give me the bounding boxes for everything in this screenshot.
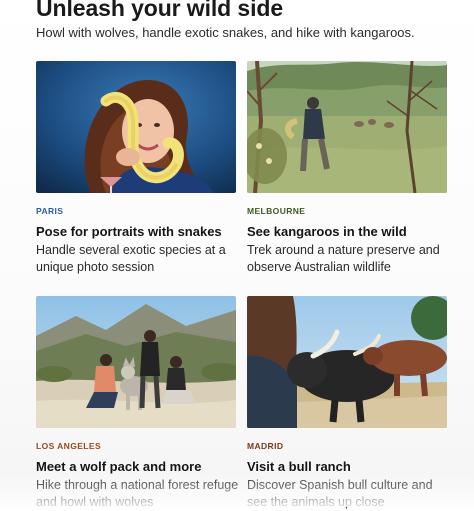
card-description: Discover Spanish bull culture and see th… (247, 478, 433, 509)
card-city-label: MADRID (247, 441, 284, 451)
snake-portrait-photo (36, 61, 236, 193)
card-title[interactable]: Meet a wolf pack and more (36, 458, 236, 475)
card-image-wolf-pack[interactable] (36, 296, 236, 428)
card-city-label: MELBOURNE (247, 206, 306, 216)
bull-ranch-photo (247, 296, 447, 428)
card-title[interactable]: Pose for portraits with snakes (36, 223, 236, 240)
experience-card-melbourne[interactable]: MELBOURNE See kangaroos in the wild Trek… (247, 61, 447, 276)
card-description: Trek around a nature preserve and observ… (247, 243, 440, 274)
card-city-label: LOS ANGELES (36, 441, 102, 451)
experience-card-paris[interactable]: PARIS Pose for portraits with snakes Han… (36, 61, 236, 276)
card-title[interactable]: See kangaroos in the wild (247, 223, 447, 240)
experience-card-los-angeles[interactable]: LOS ANGELES Meet a wolf pack and more Hi… (36, 296, 238, 511)
kangaroo-hike-photo (247, 61, 447, 193)
card-image-snake-portrait[interactable] (36, 61, 236, 193)
experience-card-madrid[interactable]: MADRID Visit a bull ranch Discover Spani… (247, 296, 447, 511)
section-title: Unleash your wild side (36, 0, 284, 21)
page: Unleash your wild side Howl with wolves,… (0, 0, 474, 509)
card-image-bull-ranch[interactable] (247, 296, 447, 428)
card-description: Hike through a national forest refuge an… (36, 478, 239, 509)
card-city-label: PARIS (36, 206, 64, 216)
wolf-pack-photo (36, 296, 236, 428)
section-subtitle: Howl with wolves, handle exotic snakes, … (36, 25, 415, 40)
card-description: Handle several exotic species at a uniqu… (36, 243, 226, 274)
card-image-kangaroo-hike[interactable] (247, 61, 447, 193)
card-title[interactable]: Visit a bull ranch (247, 458, 447, 475)
